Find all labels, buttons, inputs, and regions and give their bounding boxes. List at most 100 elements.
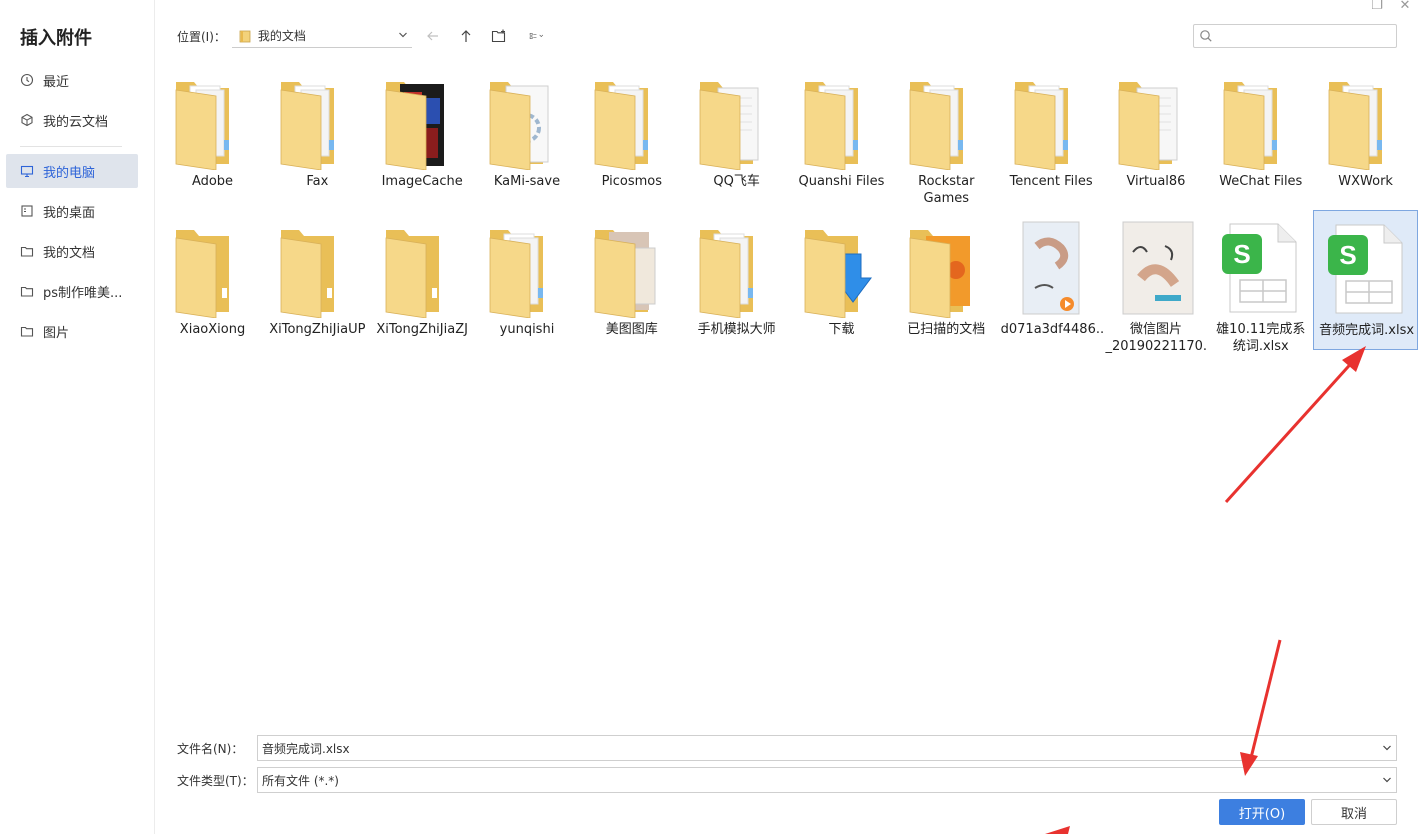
new-folder-button[interactable] [488, 25, 510, 47]
folder-item[interactable]: Adobe [160, 62, 265, 202]
file-name-label: 雄10.11完成系统词.xlsx [1216, 322, 1306, 354]
sidebar-item-my-documents[interactable]: 我的文档 [6, 234, 138, 268]
folder-item[interactable]: XiTongZhiJiaZJ [370, 210, 475, 350]
sidebar-item-ps-folder[interactable]: ps制作唯美... [6, 274, 138, 308]
filetype-label: 文件类型(T)： [177, 773, 254, 788]
filename-field[interactable]: 音频完成词.xlsx [257, 735, 1397, 761]
folder-icon [273, 218, 363, 319]
folder-item[interactable]: QQ飞车 [684, 62, 789, 202]
file-name-label: Fax [306, 174, 329, 189]
picture-folder-icon [20, 324, 34, 338]
spreadsheet-file-icon: S [1322, 219, 1412, 319]
filetype-row: 文件类型(T)： 所有文件 (*.*) [177, 767, 1397, 793]
sidebar-item-recent[interactable]: 最近 [6, 63, 138, 97]
file-name-label: ImageCache [381, 174, 463, 189]
folder-icon [1111, 70, 1201, 171]
filetype-select[interactable]: 所有文件 (*.*) [257, 767, 1397, 793]
file-item[interactable]: S 音频完成词.xlsx [1313, 210, 1418, 350]
file-item[interactable]: 微信图片_20190221170... [1103, 210, 1208, 354]
folder-icon [20, 284, 34, 298]
open-button[interactable]: 打开(O) [1219, 799, 1305, 825]
folder-item[interactable]: KaMi-save [474, 62, 579, 202]
folder-item[interactable]: ImageCache [370, 62, 475, 202]
search-box[interactable] [1193, 24, 1397, 48]
document-folder-icon [20, 244, 34, 258]
filename-value: 音频完成词.xlsx [262, 741, 350, 756]
folder-item[interactable]: WXWork [1313, 62, 1418, 202]
folder-icon [797, 218, 887, 319]
close-icon[interactable]: ✕ [1398, 0, 1412, 12]
folder-item[interactable]: Virtual86 [1103, 62, 1208, 202]
sidebar-item-my-desktop[interactable]: 我的桌面 [6, 194, 138, 228]
sidebar-item-label: 我的文档 [43, 245, 96, 261]
file-name-label: 下载 [828, 322, 855, 337]
file-name-label: Tencent Files [1009, 174, 1093, 189]
computer-icon [20, 164, 34, 178]
up-button[interactable] [455, 25, 477, 47]
file-row: XiaoXiong XiTongZhiJiaUP XiTongZhiJiaZJ yun… [160, 210, 1418, 358]
folder-item[interactable]: Rockstar Games [894, 62, 999, 206]
arrow-up-icon [461, 30, 471, 42]
folder-item[interactable]: Quanshi Files [789, 62, 894, 202]
chevron-down-icon [398, 32, 407, 38]
svg-text:S: S [1234, 239, 1251, 269]
folder-item[interactable]: WeChat Files [1208, 62, 1313, 202]
folder-icon [587, 218, 677, 319]
new-folder-icon [491, 29, 505, 43]
sidebar-item-cloud-docs[interactable]: 我的云文档 [6, 103, 138, 137]
folder-icon [902, 218, 992, 319]
file-name-label: WXWork [1338, 174, 1393, 189]
cloud-doc-icon [20, 113, 34, 127]
back-button[interactable] [422, 25, 444, 47]
folder-item[interactable]: Tencent Files [999, 62, 1104, 202]
sidebar-item-pictures[interactable]: 图片 [6, 314, 138, 348]
folder-item[interactable]: 下载 [789, 210, 894, 350]
search-icon [1200, 30, 1212, 42]
dialog-title: 插入附件 [20, 28, 92, 49]
file-name-label: XiaoXiong [179, 322, 246, 337]
arrow-left-icon [427, 31, 438, 41]
file-name-label: yunqishi [499, 322, 555, 337]
cancel-button[interactable]: 取消 [1311, 799, 1397, 825]
sidebar-item-label: ps制作唯美... [43, 285, 123, 301]
search-input[interactable] [1218, 27, 1390, 45]
folder-icon [797, 70, 887, 171]
desktop-icon [20, 204, 34, 218]
sidebar-item-label: 我的云文档 [43, 114, 109, 130]
file-name-label: WeChat Files [1219, 174, 1303, 189]
folder-item[interactable]: XiaoXiong [160, 210, 265, 350]
file-name-label: XiTongZhiJiaUP [269, 322, 366, 337]
file-name-label: 已扫描的文档 [907, 322, 986, 337]
filename-label: 文件名(N)： [177, 741, 244, 756]
chevron-down-icon[interactable] [1382, 775, 1392, 785]
file-name-label: Quanshi Files [798, 174, 885, 189]
file-item[interactable]: S 雄10.11完成系统词.xlsx [1208, 210, 1313, 354]
folder-item[interactable]: yunqishi [474, 210, 579, 350]
sidebar-divider [20, 146, 122, 147]
file-name-label: 微信图片_20190221170... [1105, 322, 1209, 354]
folder-item[interactable]: XiTongZhiJiaUP [265, 210, 370, 350]
location-dropdown[interactable]: 我的文档 [231, 24, 412, 48]
sidebar-item-label: 最近 [43, 74, 70, 90]
file-name-label: 音频完成词.xlsx [1319, 323, 1415, 338]
folder-icon [587, 70, 677, 171]
folder-item[interactable]: 手机模拟大师 [684, 210, 789, 350]
folder-icon [168, 70, 258, 171]
sidebar-item-my-computer[interactable]: 我的电脑 [6, 154, 138, 188]
file-item[interactable]: d071a3df4486... [999, 210, 1104, 350]
folder-icon [239, 30, 251, 42]
folder-icon [482, 218, 572, 319]
folder-item[interactable]: Fax [265, 62, 370, 202]
restore-icon[interactable]: ❐ [1370, 0, 1384, 12]
folder-icon [482, 70, 572, 171]
folder-item[interactable]: Picosmos [579, 62, 684, 202]
folder-icon [692, 218, 782, 319]
chevron-down-icon[interactable] [1382, 743, 1392, 753]
location-toolbar: 位置(I)： 我的文档 [177, 24, 553, 48]
folder-icon [273, 70, 363, 171]
folder-item[interactable]: 已扫描的文档 [894, 210, 999, 350]
view-mode-button[interactable] [521, 25, 553, 47]
video-thumbnail [1007, 218, 1097, 318]
insert-attachment-dialog: ❐ ✕ 插入附件 最近 我的云文档 我的电脑 我的桌面 我的文档 ps制作唯美.… [0, 0, 1418, 834]
folder-item[interactable]: 美图图库 [579, 210, 684, 350]
